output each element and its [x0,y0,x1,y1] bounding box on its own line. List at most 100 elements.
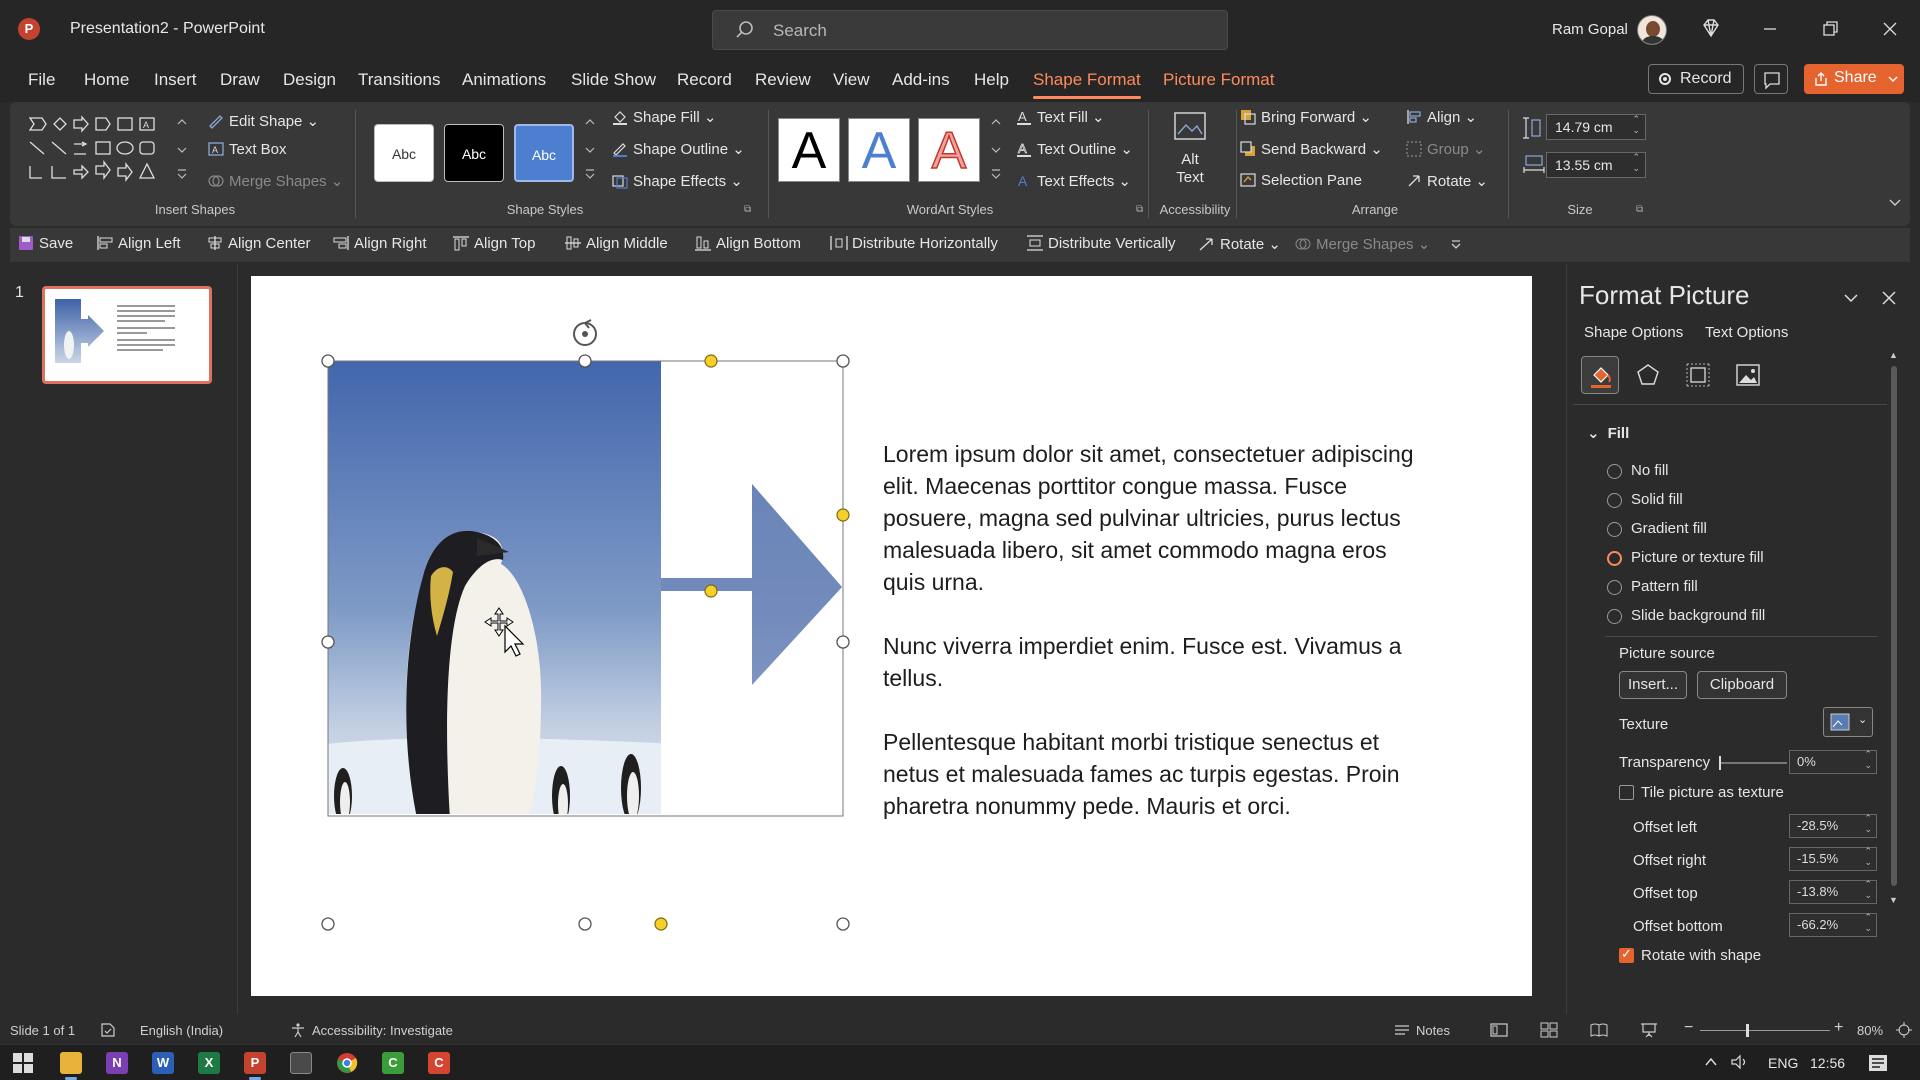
language-indicator[interactable]: English (India) [140,1023,223,1038]
qat-save-button[interactable]: Save [18,235,73,252]
tab-help[interactable]: Help [974,70,1009,90]
customize-qat-icon[interactable] [1450,240,1462,250]
shapes-gallery[interactable]: A [26,114,186,190]
selection-pane-button[interactable]: Selection Pane [1240,172,1362,189]
texture-picker[interactable]: ⌄ [1823,707,1873,737]
transparency-slider[interactable] [1719,756,1787,770]
normal-view-icon[interactable] [1490,1022,1508,1038]
size-launcher-icon[interactable]: ⧉ [1636,204,1643,215]
shape-styles-launcher-icon[interactable]: ⧉ [744,204,751,215]
shapes-scroll[interactable] [176,116,188,186]
shape-height-input[interactable]: 14.79 cm ⌃ ⌄ [1546,114,1646,140]
camtasia-green-icon[interactable]: C [382,1052,404,1074]
zoom-slider[interactable] [1700,1024,1830,1037]
tray-chevron-up-icon[interactable] [1704,1057,1718,1067]
text-fill-button[interactable]: A Text Fill ⌄ [1016,108,1105,126]
wordart-launcher-icon[interactable]: ⧉ [1136,204,1143,215]
tab-design[interactable]: Design [283,70,336,90]
shape-fill-button[interactable]: Shape Fill ⌄ [612,108,716,126]
tab-home[interactable]: Home [84,70,129,90]
notifications-icon[interactable] [1868,1054,1888,1072]
text-box-button[interactable]: A Text Box [208,141,287,158]
close-window-button[interactable] [1875,14,1905,44]
calculator-icon[interactable] [290,1052,312,1074]
qat-distribute-vertically-button[interactable]: Distribute Vertically [1026,235,1176,252]
tab-text-options[interactable]: Text Options [1705,324,1788,341]
restore-button[interactable] [1815,14,1845,44]
share-button[interactable]: Share [1804,64,1904,94]
offset-top-input[interactable]: -13.8% [1789,879,1877,904]
word-icon[interactable]: W [152,1052,174,1074]
tab-shape-format[interactable]: Shape Format [1033,70,1141,99]
avatar[interactable] [1637,15,1667,45]
tab-slide-show[interactable]: Slide Show [571,70,656,90]
collapse-ribbon-icon[interactable] [1888,198,1902,208]
tab-review[interactable]: Review [755,70,811,90]
tab-file[interactable]: File [28,70,55,90]
fit-slide-icon[interactable] [1896,1022,1912,1038]
excel-icon[interactable]: X [198,1052,220,1074]
onenote-icon[interactable]: N [106,1052,128,1074]
comments-button[interactable] [1754,64,1788,94]
wordart-style-3[interactable]: A [918,118,980,182]
tab-draw[interactable]: Draw [220,70,260,90]
tab-animations[interactable]: Animations [462,70,546,90]
insert-picture-button[interactable]: Insert... [1619,671,1687,699]
wordart-scroll[interactable] [990,116,1002,186]
effects-tab[interactable] [1629,356,1667,394]
camtasia-red-icon[interactable]: C [428,1052,450,1074]
qat-merge-shapes-button[interactable]: Merge Shapes ⌄ [1294,235,1430,253]
tab-insert[interactable]: Insert [154,70,197,90]
qat-align-middle-button[interactable]: Align Middle [564,235,668,252]
clipboard-button[interactable]: Clipboard [1697,671,1787,699]
accessibility-status[interactable]: Accessibility: Investigate [312,1023,453,1038]
user-name[interactable]: Ram Gopal [1552,21,1628,38]
shape-style-1[interactable]: Abc [374,124,434,182]
qat-align-right-button[interactable]: Align Right [332,235,427,252]
reading-view-icon[interactable] [1590,1022,1608,1038]
slide-body-text[interactable]: Lorem ipsum dolor sit amet, consectetuer… [883,438,1423,854]
tab-picture-format[interactable]: Picture Format [1163,70,1274,90]
chrome-icon[interactable] [336,1052,358,1074]
slide-sorter-icon[interactable] [1540,1022,1558,1038]
bring-forward-button[interactable]: Bring Forward ⌄ [1240,108,1372,126]
offset-left-input[interactable]: -28.5% [1789,813,1877,838]
edit-shape-button[interactable]: Edit Shape ⌄ [208,112,319,130]
shape-outline-button[interactable]: Shape Outline ⌄ [612,140,745,158]
shape-effects-button[interactable]: Shape Effects ⌄ [612,172,743,190]
group-button[interactable]: Group ⌄ [1406,140,1485,158]
text-outline-button[interactable]: A Text Outline ⌄ [1016,140,1133,158]
search-input[interactable]: Search [712,10,1228,50]
slide[interactable]: Lorem ipsum dolor sit amet, consectetuer… [251,276,1532,996]
fill-line-tab[interactable] [1581,356,1619,394]
shape-style-2[interactable]: Abc [444,124,504,182]
rotate-with-shape-checkbox[interactable] [1619,946,1634,963]
align-button[interactable]: Align ⌄ [1406,108,1477,126]
shape-styles-scroll[interactable] [584,116,596,186]
text-effects-button[interactable]: A Text Effects ⌄ [1016,172,1131,190]
qat-distribute-horizontally-button[interactable]: Distribute Horizontally [830,235,998,252]
offset-bottom-input[interactable]: -66.2% [1789,912,1877,937]
minimize-button[interactable] [1755,14,1785,44]
qat-align-bottom-button[interactable]: Align Bottom [694,235,801,252]
merge-shapes-button[interactable]: Merge Shapes ⌄ [208,172,343,190]
wordart-style-1[interactable]: A [778,118,840,182]
tile-picture-checkbox[interactable] [1619,785,1634,800]
notes-button[interactable]: Notes [1416,1023,1450,1038]
zoom-in-button[interactable]: + [1834,1019,1843,1037]
qat-rotate-button[interactable]: Rotate ⌄ [1198,235,1281,253]
chevron-down-icon[interactable] [1888,74,1898,84]
qat-align-center-button[interactable]: Align Center [206,235,311,252]
rotate-button[interactable]: Rotate ⌄ [1406,172,1488,190]
pane-options-chevron-icon[interactable] [1843,292,1859,304]
size-properties-tab[interactable] [1679,356,1717,394]
zoom-level[interactable]: 80% [1857,1023,1883,1038]
picture-tab[interactable] [1729,356,1767,394]
offset-right-input[interactable]: -15.5% [1789,846,1877,871]
tab-transitions[interactable]: Transitions [358,70,441,90]
spelling-check-icon[interactable] [100,1022,116,1038]
tab-add-ins[interactable]: Add-ins [892,70,950,90]
windows-start-icon[interactable] [12,1052,34,1074]
qat-align-top-button[interactable]: Align Top [452,235,535,252]
speaker-icon[interactable] [1730,1054,1750,1070]
